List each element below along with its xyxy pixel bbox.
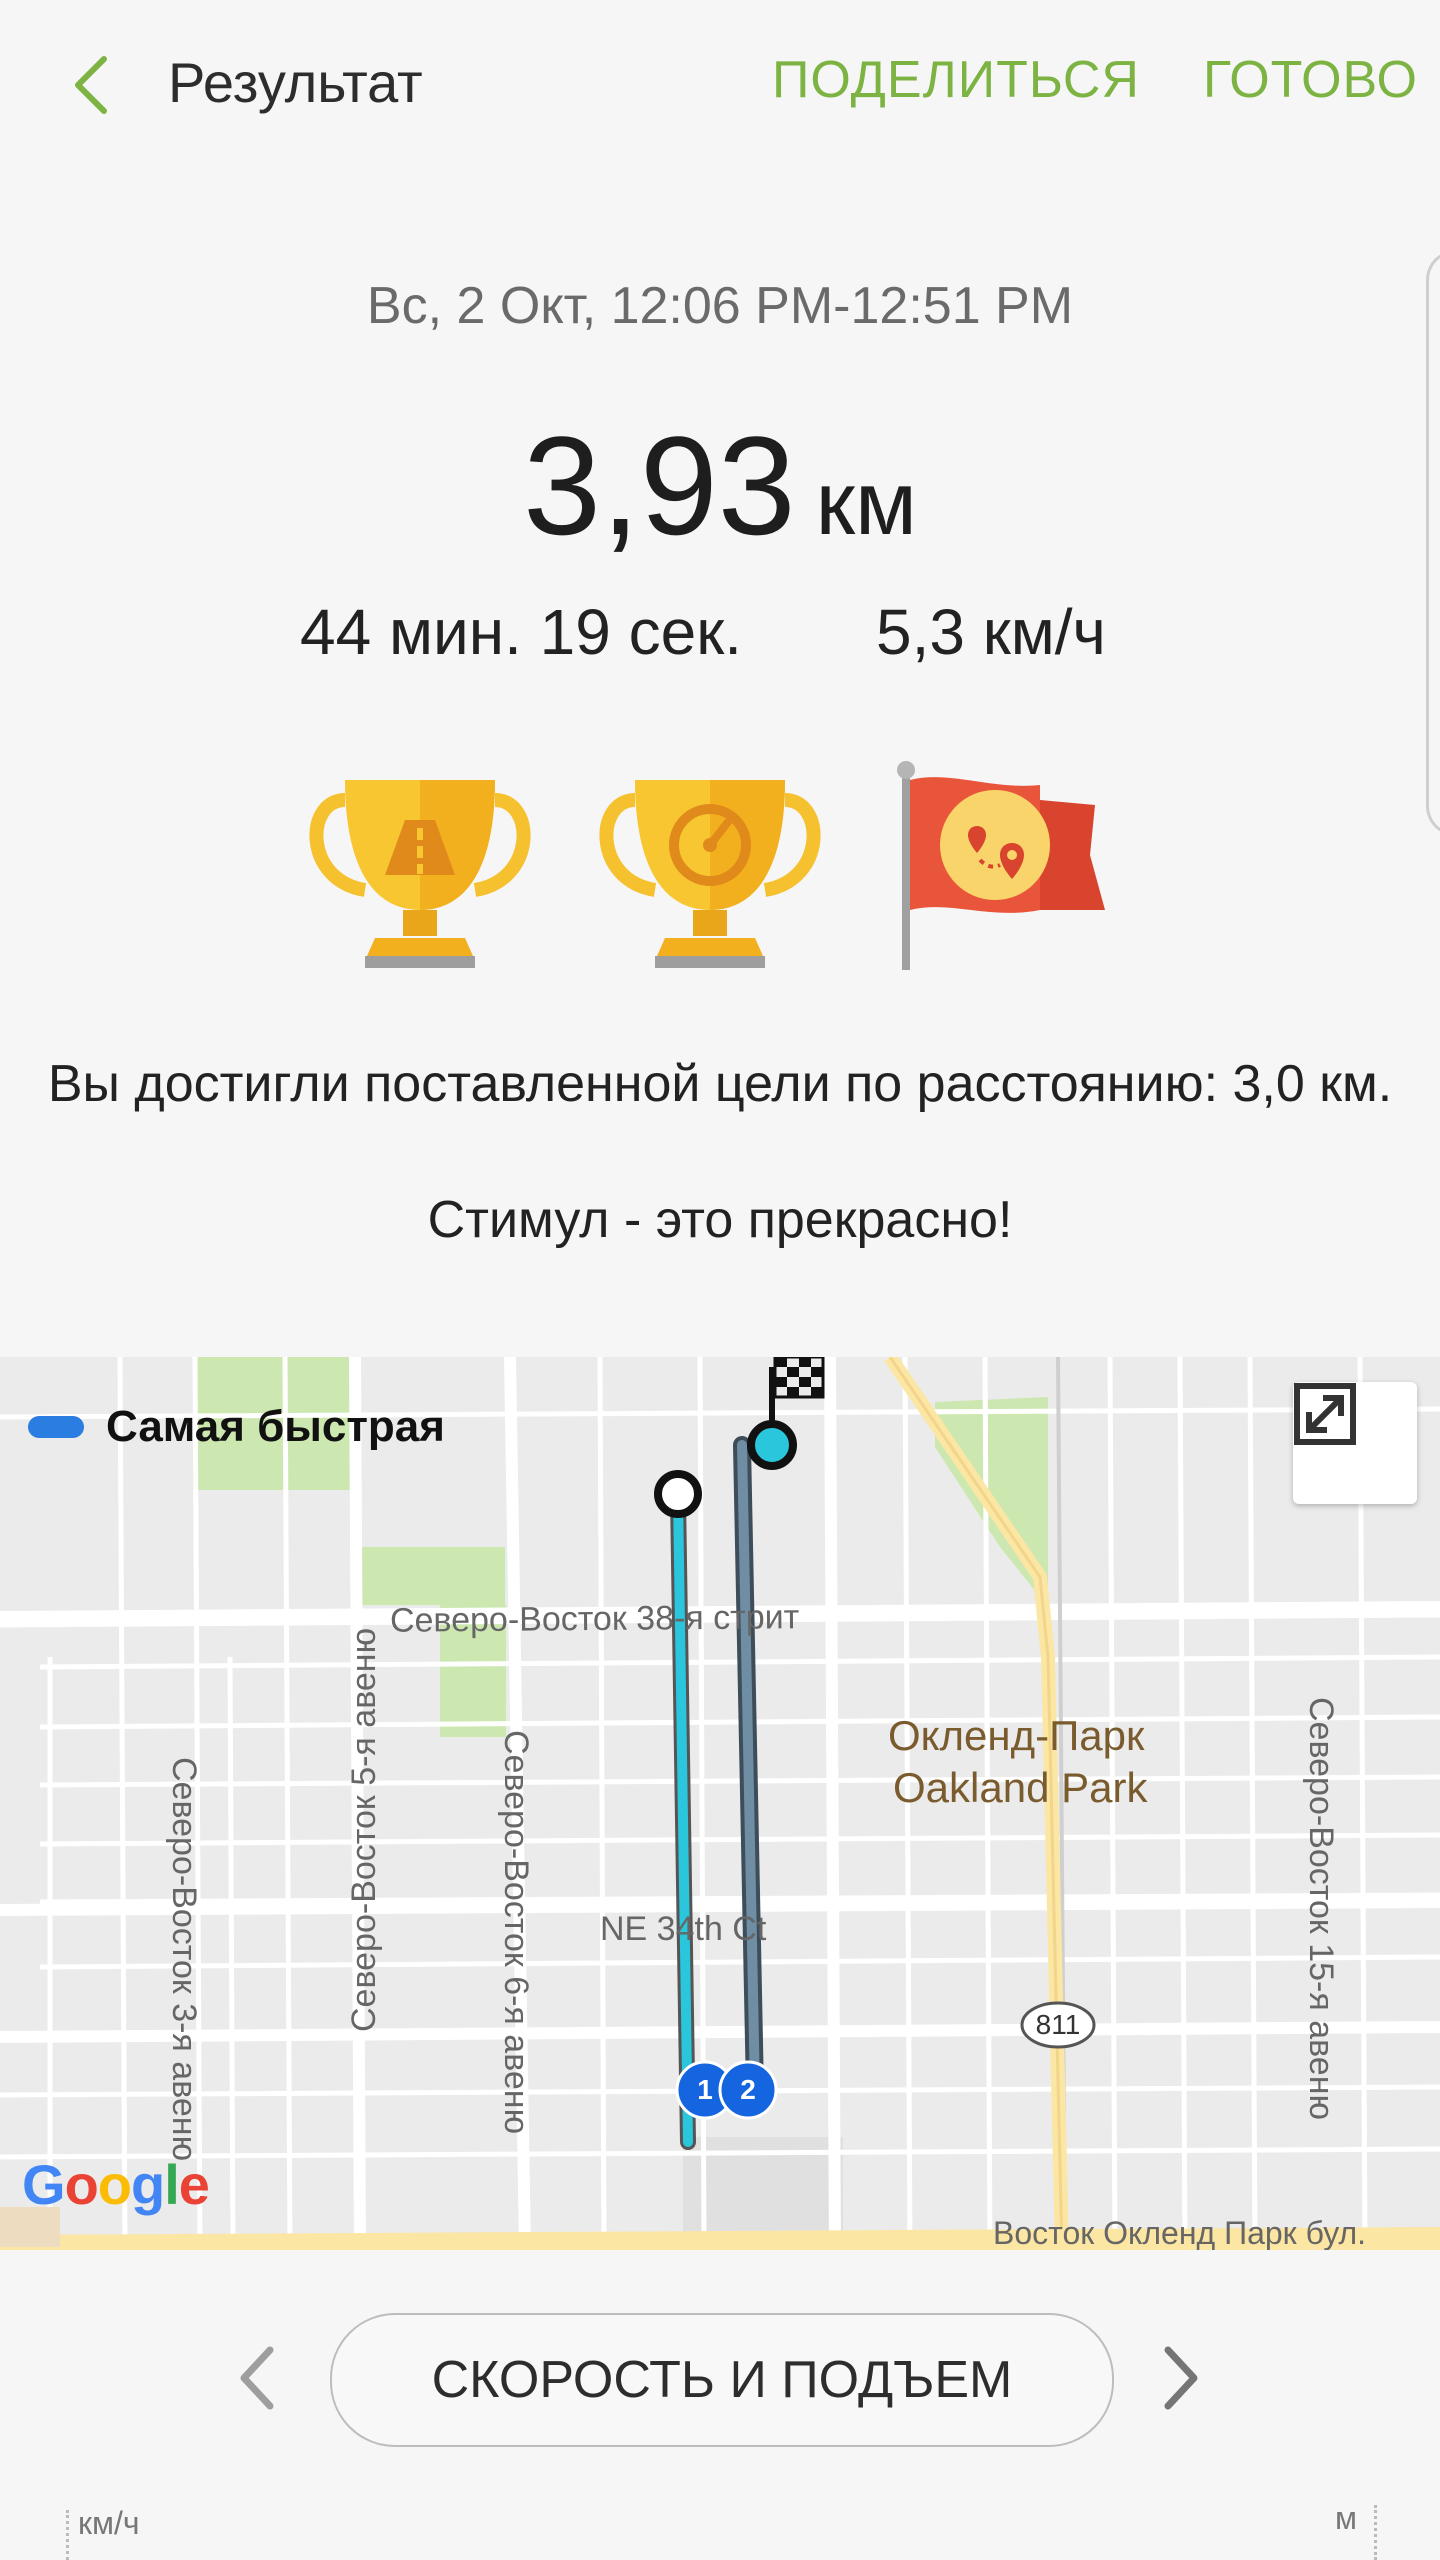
map-legend: Самая быстрая xyxy=(28,1402,445,1452)
share-button[interactable]: ПОДЕЛИТЬСЯ xyxy=(772,50,1140,110)
header-bar: Результат ПОДЕЛИТЬСЯ ГОТОВО xyxy=(0,0,1440,170)
street-label-34th-ct: NE 34th Ct xyxy=(600,1910,767,1948)
chevron-right-icon xyxy=(1164,2346,1198,2410)
distance-summary: 3,93 км xyxy=(0,405,1440,567)
workout-speed: 5,3 км/ч xyxy=(876,596,1106,668)
legend-swatch xyxy=(28,1416,84,1438)
district-label-en: Oakland Park xyxy=(893,1764,1148,1811)
elevation-axis-unit: м xyxy=(1335,2500,1357,2536)
marker-lap-1: 1 xyxy=(697,2074,713,2105)
speed-axis-unit: км/ч xyxy=(78,2505,140,2541)
distance-unit: км xyxy=(815,454,917,554)
route-map[interactable]: Северо-Восток 38-я стрит Северо-Восток 3… xyxy=(0,1357,1440,2250)
chart-right-axis xyxy=(1374,2505,1377,2560)
workout-datetime: Вс, 2 Окт, 12:06 PM-12:51 PM xyxy=(366,277,1074,335)
route-shield-811: 811 xyxy=(1035,2009,1081,2040)
motivation-message: Стимул - это прекрасно! xyxy=(427,1191,1013,1249)
street-label-5th-ave: Северо-Восток 5-я авеню xyxy=(345,1627,383,2032)
marker-lap-2: 2 xyxy=(740,2074,756,2105)
street-label-6th-ave: Северо-Восток 6-я авеню xyxy=(497,1730,535,2135)
page-title: Результат xyxy=(168,51,423,114)
street-label-blvd: Восток Окленд Парк бул. xyxy=(993,2215,1367,2250)
google-logo: Google xyxy=(22,2153,210,2216)
street-label-3rd-ave: Северо-Восток 3-я авеню xyxy=(165,1757,203,2162)
street-label-15th-ave: Северо-Восток 15-я авеню xyxy=(1302,1697,1340,2120)
expand-map-button[interactable] xyxy=(1293,1382,1417,1504)
legend-label: Самая быстрая xyxy=(106,1402,445,1451)
speed-elevation-tab[interactable]: СКОРОСТЬ И ПОДЪЕМ xyxy=(330,2313,1114,2447)
chart-left-axis xyxy=(66,2510,69,2560)
street-label-38th: Северо-Восток 38-я стрит xyxy=(389,1598,800,1640)
route-flag-icon[interactable] xyxy=(890,760,1120,980)
trophy-distance-icon[interactable] xyxy=(305,760,535,980)
workout-duration: 44 мин. 19 сек. xyxy=(300,596,742,668)
district-label-ru: Окленд-Парк xyxy=(888,1712,1145,1759)
back-button[interactable] xyxy=(50,40,130,130)
chevron-left-icon xyxy=(75,56,107,114)
goal-achieved-message: Вы достигли поставленной цели по расстоя… xyxy=(47,1055,1393,1113)
expand-icon xyxy=(1294,1383,1356,1445)
done-button[interactable]: ГОТОВО xyxy=(1203,50,1418,110)
next-chart-button[interactable] xyxy=(1156,2338,1206,2418)
chevron-left-icon xyxy=(240,2346,274,2410)
trophy-speed-icon[interactable] xyxy=(595,760,825,980)
map-labels: Северо-Восток 38-я стрит Северо-Восток 3… xyxy=(0,1357,1440,2250)
distance-value: 3,93 xyxy=(523,407,796,564)
previous-chart-button[interactable] xyxy=(232,2338,282,2418)
